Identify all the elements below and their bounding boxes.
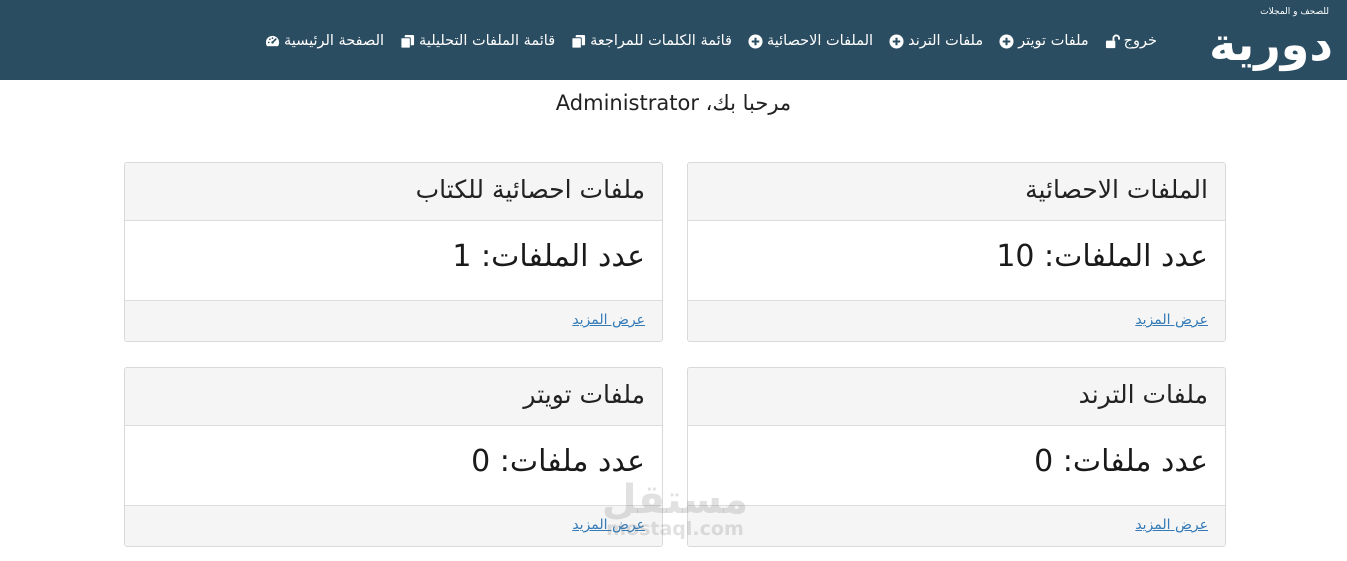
card-trend-files: ملفات الترند عدد ملفات: 0 عرض المزيد: [687, 367, 1226, 547]
card-count: عدد الملفات: 10: [688, 221, 1225, 301]
card-statistical-files: الملفات الاحصائية عدد الملفات: 10 عرض ال…: [687, 162, 1226, 342]
card-count: عدد ملفات: 0: [125, 426, 662, 506]
nav-item-label: الملفات الاحصائية: [766, 33, 874, 49]
copy-icon: [400, 34, 415, 49]
card-title: ملفات الترند: [688, 368, 1225, 426]
nav-item-label: قائمة الملفات التحليلية: [419, 33, 556, 49]
card-count: عدد ملفات: 0: [688, 426, 1225, 506]
card-title: ملفات احصائية للكتاب: [125, 163, 662, 221]
card-twitter-files: ملفات تويتر عدد ملفات: 0 عرض المزيد: [124, 367, 663, 547]
plus-circle-icon: [999, 33, 1014, 49]
view-more-link[interactable]: عرض المزيد: [572, 312, 645, 328]
nav-item-trend-files[interactable]: ملفات الترند: [889, 33, 983, 49]
card-title: ملفات تويتر: [125, 368, 662, 426]
view-more-link[interactable]: عرض المزيد: [1135, 517, 1208, 533]
nav-item-label: الصفحة الرئيسية: [284, 33, 385, 49]
nav-item-label: ملفات تويتر: [1018, 33, 1089, 49]
plus-circle-icon: [889, 33, 904, 49]
card-footer: عرض المزيد: [688, 506, 1225, 546]
welcome-message: مرحبا بك، Administrator: [555, 91, 792, 115]
nav-item-logout[interactable]: خروج: [1105, 33, 1157, 49]
plus-circle-icon: [748, 33, 763, 49]
brand-logo[interactable]: للصحف و المجلات دورية: [1198, 6, 1335, 72]
card-footer: عرض المزيد: [125, 301, 662, 341]
card-footer: عرض المزيد: [125, 506, 662, 546]
nav-item-home[interactable]: الصفحة الرئيسية: [265, 33, 384, 49]
card-title: الملفات الاحصائية: [688, 163, 1225, 221]
nav-item-review-words[interactable]: قائمة الكلمات للمراجعة: [571, 33, 732, 49]
nav-item-label: خروج: [1123, 33, 1157, 49]
main-nav-menu: الصفحة الرئيسية قائمة الملفات التحليلية …: [265, 28, 1157, 54]
view-more-link[interactable]: عرض المزيد: [572, 517, 645, 533]
card-footer: عرض المزيد: [688, 301, 1225, 341]
unlock-icon: [1105, 34, 1120, 48]
copy-icon: [571, 34, 586, 49]
nav-item-label: ملفات الترند: [908, 33, 984, 49]
top-navbar: للصحف و المجلات دورية الصفحة الرئيسية قا…: [0, 0, 1347, 80]
card-count: عدد الملفات: 1: [125, 221, 662, 301]
nav-item-twitter-files[interactable]: ملفات تويتر: [999, 33, 1089, 49]
view-more-link[interactable]: عرض المزيد: [1135, 312, 1208, 328]
brand-logo-text: دورية: [1209, 17, 1335, 71]
nav-item-analysis-files[interactable]: قائمة الملفات التحليلية: [400, 33, 555, 49]
nav-item-statistical-files[interactable]: الملفات الاحصائية: [748, 33, 873, 49]
dashboard-icon: [265, 35, 280, 49]
nav-item-label: قائمة الكلمات للمراجعة: [590, 33, 732, 49]
card-writer-statistical-files: ملفات احصائية للكتاب عدد الملفات: 1 عرض …: [124, 162, 663, 342]
